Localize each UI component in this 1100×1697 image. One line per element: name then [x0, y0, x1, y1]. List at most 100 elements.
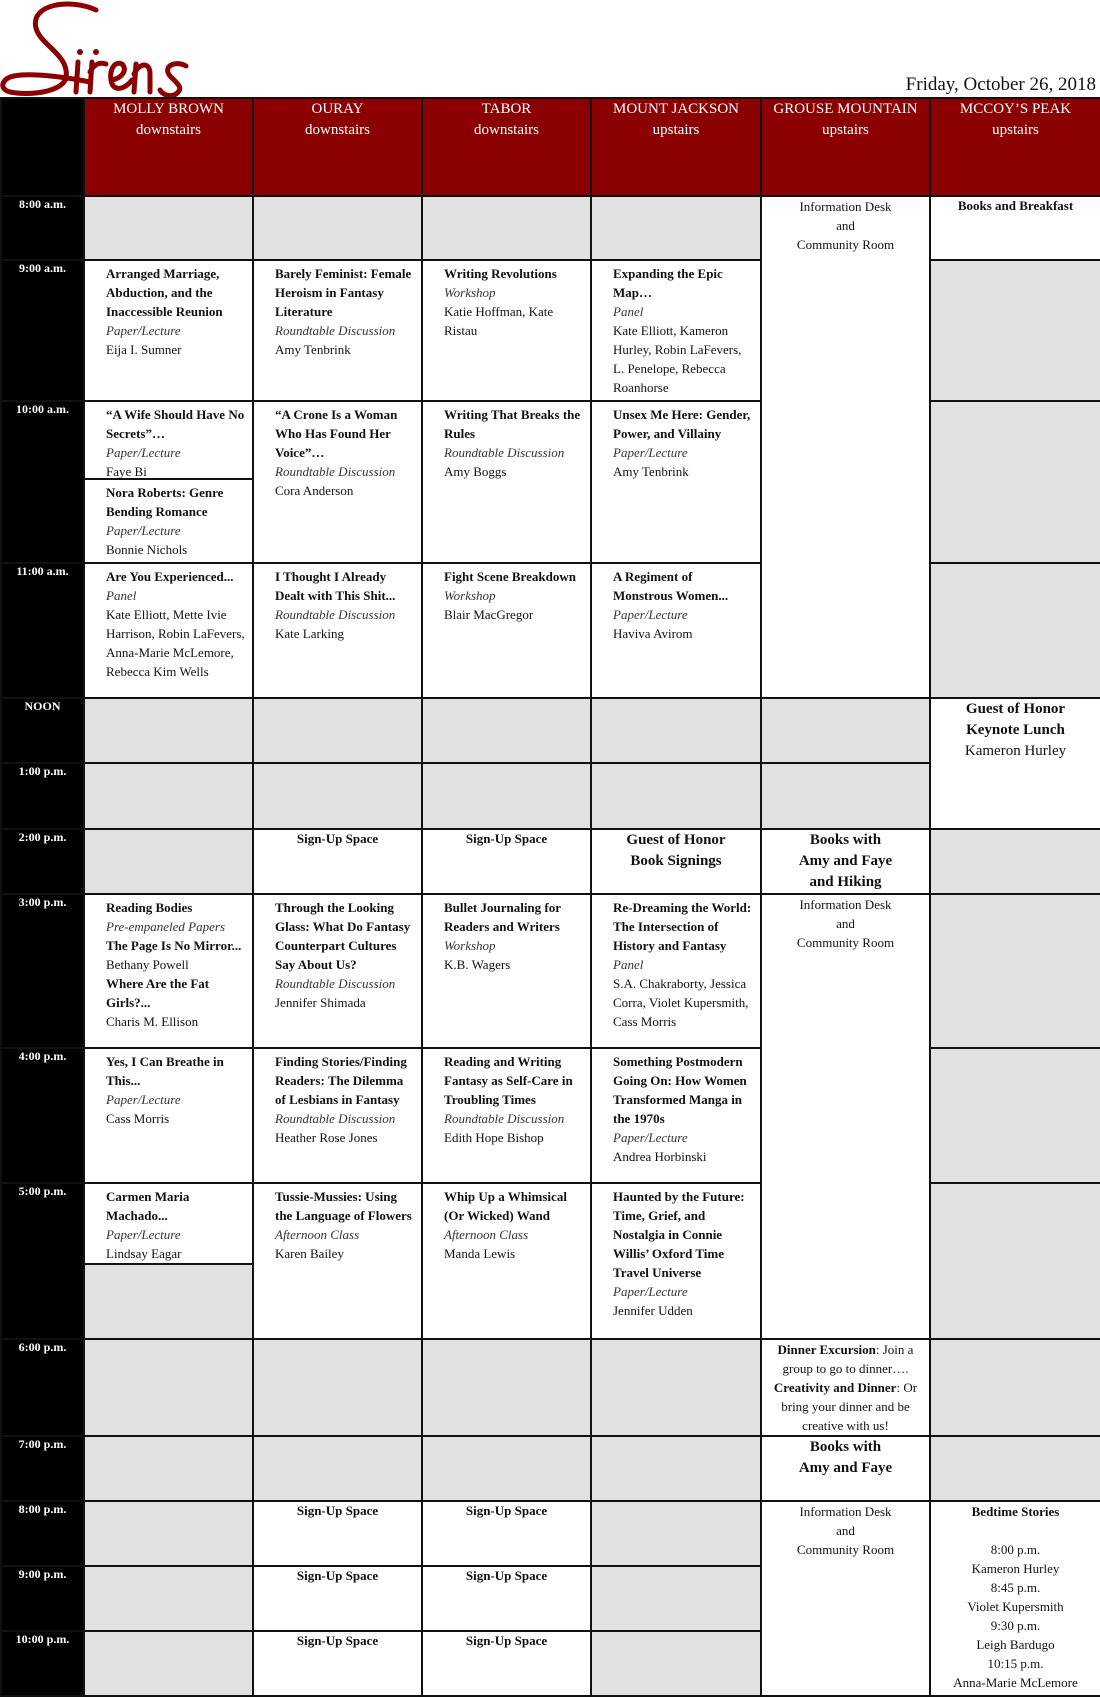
session-type: Paper/Lecture — [106, 1092, 181, 1107]
event-title: Books and Breakfast — [957, 198, 1074, 213]
empty-slot — [83, 195, 254, 261]
session-title: Bullet Journaling for Readers and Writer… — [444, 900, 561, 934]
empty-slot — [83, 1565, 254, 1632]
session-type: Paper/Lecture — [613, 1284, 688, 1299]
room-floor: downstairs — [474, 122, 539, 138]
empty-slot — [421, 1338, 592, 1437]
empty-slot — [929, 562, 1100, 699]
empty-slot — [590, 1338, 762, 1437]
event-title: Bedtime Stories — [971, 1504, 1060, 1519]
time-label: 6:00 p.m. — [0, 1338, 85, 1437]
session-type: Roundtable Discussion — [275, 607, 396, 622]
empty-slot — [83, 1435, 254, 1502]
session-cell: Reading and Writing Fantasy as Self-Care… — [421, 1047, 592, 1184]
room-name: MOUNT JACKSON — [613, 101, 739, 117]
reading-time: 8:00 p.m. — [990, 1542, 1041, 1557]
time-label: 8:00 a.m. — [0, 195, 85, 261]
info-desk-block: Information Desk and Community Room — [760, 195, 931, 699]
books-breakfast-event: Books and Breakfast — [929, 195, 1100, 261]
session-people: Cora Anderson — [275, 483, 354, 498]
time-label: 3:00 p.m. — [0, 893, 85, 1049]
room-name: OURAY — [311, 101, 364, 117]
signup-slot: Sign-Up Space — [421, 1565, 592, 1632]
signup-label: Sign-Up Space — [465, 1633, 548, 1648]
empty-slot — [590, 1500, 762, 1567]
session-title: Unsex Me Here: Gender, Power, and Villai… — [613, 407, 751, 441]
room-header-tabor: TABOR downstairs — [421, 97, 592, 197]
session-title: Reading Bodies — [106, 900, 193, 915]
empty-slot — [421, 195, 592, 261]
session-type: Panel — [613, 957, 644, 972]
signup-slot: Sign-Up Space — [421, 1500, 592, 1567]
info-line: and — [836, 916, 855, 931]
time-label: 8:00 p.m. — [0, 1500, 85, 1567]
session-type: Roundtable Discussion — [444, 1111, 565, 1126]
session-people: Charis M. Ellison — [106, 1014, 199, 1029]
event-title: Guest of Honor — [626, 832, 726, 848]
session-type: Roundtable Discussion — [275, 976, 396, 991]
empty-slot — [252, 762, 423, 830]
logo-dot — [77, 49, 83, 55]
time-label: 1:00 p.m. — [0, 762, 85, 830]
session-cell: Unsex Me Here: Gender, Power, and Villai… — [590, 400, 762, 564]
info-desk-block: Information Desk and Community Room — [760, 893, 931, 1340]
session-cell: Are You Experienced... Panel Kate Elliott,… — [83, 562, 254, 699]
empty-slot — [252, 697, 423, 764]
signup-label: Sign-Up Space — [465, 1568, 548, 1583]
empty-slot — [421, 762, 592, 830]
signup-label: Sign-Up Space — [296, 1568, 379, 1583]
event-title: Keynote Lunch — [966, 722, 1065, 738]
session-type: Roundtable Discussion — [275, 323, 396, 338]
session-cell: Barely Feminist: Female Heroism in Fanta… — [252, 259, 423, 402]
session-cell: Through the Looking Glass: What Do Fanta… — [252, 893, 423, 1049]
empty-slot — [83, 1630, 254, 1697]
session-people: S.A. Chakraborty, Jessica Corra, Violet … — [613, 976, 749, 1029]
signup-slot: Sign-Up Space — [252, 1630, 423, 1697]
event-title: and Hiking — [809, 874, 882, 890]
event-title: Creativity and Dinner — [773, 1380, 897, 1395]
signup-label: Sign-Up Space — [465, 831, 548, 846]
room-floor: upstairs — [822, 122, 869, 138]
signup-label: Sign-Up Space — [296, 831, 379, 846]
info-line: and — [836, 218, 855, 233]
info-line: Community Room — [796, 935, 895, 950]
event-title: Books with — [809, 1439, 882, 1455]
session-people: Jennifer Shimada — [275, 995, 366, 1010]
session-people: Kate Larking — [275, 626, 344, 641]
time-label: 10:00 a.m. — [0, 400, 85, 564]
session-cell: Haunted by the Future: Time, Grief, and … — [590, 1182, 762, 1340]
empty-slot — [83, 828, 254, 895]
room-name: TABOR — [481, 101, 532, 117]
session-type: Paper/Lecture — [613, 445, 688, 460]
session-title: Carmen Maria Machado... — [106, 1189, 190, 1223]
empty-slot — [590, 762, 762, 830]
reading-time: 9:30 p.m. — [990, 1618, 1041, 1633]
empty-slot — [929, 1047, 1100, 1184]
session-cell: Something Postmodern Going On: How Women… — [590, 1047, 762, 1184]
session-title: Nora Roberts: Genre Bending Romance — [106, 485, 224, 519]
session-people: Eija I. Sumner — [106, 342, 182, 357]
session-type: Paper/Lecture — [106, 523, 181, 538]
empty-slot — [760, 762, 931, 830]
keynote-lunch-event: Guest of Honor Keynote Lunch Kameron Hur… — [929, 697, 1100, 830]
empty-slot — [252, 195, 423, 261]
empty-slot — [929, 259, 1100, 402]
session-type: Panel — [106, 588, 137, 603]
time-label: 7:00 p.m. — [0, 1435, 85, 1502]
session-title: Re-Dreaming the World: The Intersection … — [613, 900, 752, 953]
session-people: Amy Boggs — [444, 464, 507, 479]
session-cell: Tussie-Mussies: Using the Language of Fl… — [252, 1182, 423, 1340]
session-type: Paper/Lecture — [106, 445, 181, 460]
time-label: 5:00 p.m. — [0, 1182, 85, 1340]
reader-name: Violet Kupersmith — [967, 1599, 1064, 1614]
empty-slot — [83, 762, 254, 830]
event-title: Books with — [809, 832, 882, 848]
room-floor: upstairs — [652, 122, 700, 138]
room-header-mount-jackson: MOUNT JACKSON upstairs — [590, 97, 762, 197]
session-title: Arranged Marriage, Abduction, and the In… — [106, 266, 223, 319]
empty-slot — [421, 697, 592, 764]
info-line: Information Desk — [799, 1504, 892, 1519]
session-title: Tussie-Mussies: Using the Language of Fl… — [275, 1189, 412, 1223]
session-cell: Whip Up a Whimsical (Or Wicked) Wand Afte… — [421, 1182, 592, 1340]
room-name: MCCOY’S PEAK — [959, 101, 1072, 117]
